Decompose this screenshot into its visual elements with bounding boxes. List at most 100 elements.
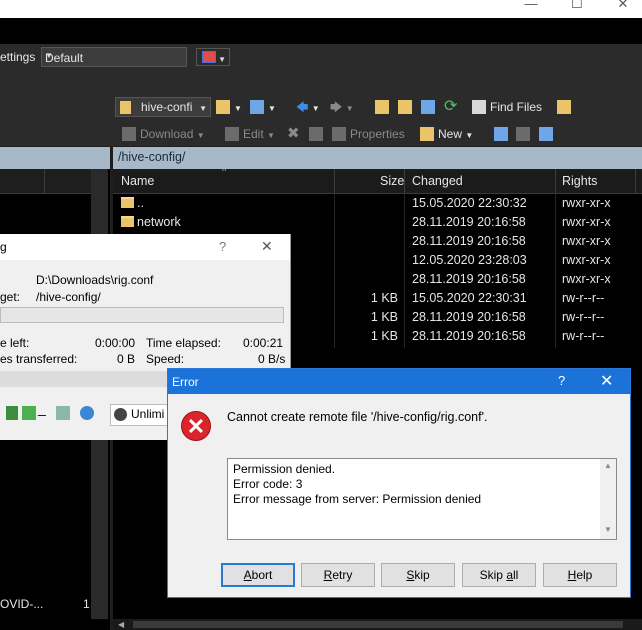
error-detail-line: Permission denied. — [233, 462, 336, 476]
filter-icon — [250, 100, 264, 114]
column-header-size[interactable]: Size — [380, 174, 404, 188]
abort-button[interactable]: Abort — [221, 563, 295, 587]
home-button[interactable] — [421, 97, 439, 117]
properties-label: Properties — [350, 127, 405, 141]
filter-icon — [539, 127, 553, 141]
edit-button[interactable]: Edit ▼ — [225, 124, 275, 144]
minimize-button[interactable]: — — [508, 0, 554, 18]
forward-button[interactable]: 🡆 ▼ — [330, 97, 354, 117]
minimize-icon[interactable]: _ — [38, 400, 46, 416]
find-files-button[interactable]: Find Files — [472, 97, 542, 117]
file-rights: rw-r--r-- — [562, 310, 605, 324]
skip-all-button[interactable]: Skip all — [462, 563, 536, 587]
select-all-button[interactable] — [494, 124, 512, 144]
column-header-changed[interactable]: Changed — [412, 174, 463, 188]
root-folder-icon — [398, 100, 412, 114]
back-button[interactable]: 🡄 ▼ — [296, 97, 320, 117]
target-path: /hive-config/ — [36, 290, 101, 304]
column-separator — [404, 169, 405, 193]
window-titlebar: — ☐ ✕ — [0, 0, 642, 18]
refresh-button[interactable]: ⟳ — [444, 97, 457, 117]
properties-button[interactable]: Properties — [332, 124, 405, 144]
close-button[interactable]: ✕ — [600, 371, 613, 391]
help-button[interactable]: ? — [558, 373, 565, 388]
table-row[interactable]: network 28.11.2019 20:16:58 rwxr-xr-x — [113, 213, 642, 232]
root-directory-button[interactable] — [398, 97, 416, 117]
speed-limit-value: Unlimi — [131, 407, 165, 421]
error-dialog-titlebar: Error ? ✕ — [168, 369, 630, 394]
progress-dialog-title: g — [0, 240, 7, 254]
remote-dir-select[interactable]: hive-confi ▼ — [115, 97, 211, 117]
remote-path: /hive-config/ — [118, 150, 186, 164]
error-icon: ✕ — [181, 411, 211, 441]
speed-gauge-icon — [114, 408, 127, 421]
retry-button[interactable]: Retry — [301, 563, 375, 587]
file-rights: rwxr-xr-x — [562, 234, 611, 248]
local-file-item[interactable]: OVID-... — [0, 597, 43, 611]
queue-icon[interactable] — [56, 406, 70, 420]
skip-button[interactable]: Skip — [381, 563, 455, 587]
parent-directory-button[interactable] — [375, 97, 393, 117]
local-file-size: 1 — [83, 597, 90, 611]
cancel-icon[interactable] — [6, 406, 18, 420]
find-files-icon — [472, 100, 486, 114]
file-changed: 12.05.2020 23:28:03 — [412, 253, 527, 267]
bytes-transferred-label: es transferred: — [0, 352, 78, 366]
tree-toggle-button[interactable] — [557, 97, 575, 117]
refresh-icon: ⟳ — [444, 98, 458, 115]
open-directory-button[interactable]: ▼ — [216, 97, 242, 117]
maximize-button[interactable]: ☐ — [554, 0, 600, 18]
file-rights: rw-r--r-- — [562, 291, 605, 305]
local-panel-header — [0, 169, 92, 194]
find-files-label: Find Files — [490, 100, 543, 114]
error-details-box[interactable]: Permission denied. Error code: 3 Error m… — [227, 458, 617, 540]
scroll-thumb[interactable] — [133, 621, 623, 628]
delete-button[interactable]: ✖ — [287, 124, 300, 144]
remote-path-bar — [113, 147, 642, 169]
remote-horizontal-scrollbar[interactable]: ◀ — [113, 619, 642, 630]
progress-dialog-titlebar: g ? ✕ — [0, 234, 290, 260]
chevron-down-icon: ▼ — [218, 55, 226, 64]
menu-band — [0, 18, 642, 44]
error-dialog-title: Error — [172, 375, 199, 389]
filter-select-button[interactable] — [539, 124, 557, 144]
remote-dir-value: hive-confi — [141, 100, 193, 114]
file-changed: 28.11.2019 20:16:58 — [412, 234, 526, 248]
file-changed: 15.05.2020 22:30:32 — [412, 196, 527, 210]
column-separator — [555, 169, 556, 193]
transfer-settings-select[interactable]: Default ▼ — [41, 47, 187, 67]
close-button[interactable]: ✕ — [600, 0, 642, 18]
file-rights: rwxr-xr-x — [562, 196, 611, 210]
table-row[interactable]: .. 15.05.2020 22:30:32 rwxr-xr-x — [113, 194, 642, 213]
file-name: .. — [137, 196, 144, 210]
download-button[interactable]: Download ▼ — [122, 124, 205, 144]
scroll-down-icon: ▼ — [604, 525, 612, 534]
column-header-name[interactable]: Name — [121, 174, 154, 188]
time-left-label: e left: — [0, 336, 30, 350]
download-icon — [122, 127, 136, 141]
details-scrollbar[interactable]: ▲ ▼ — [600, 459, 616, 539]
parent-folder-icon — [121, 197, 134, 208]
close-button[interactable]: ✕ — [261, 238, 273, 255]
rename-button[interactable] — [309, 124, 327, 144]
file-changed: 28.11.2019 20:16:58 — [412, 310, 526, 324]
column-header-rights[interactable]: Rights — [562, 174, 597, 188]
help-dialog-button[interactable]: Help — [543, 563, 617, 587]
new-button[interactable]: New ▼ — [420, 124, 473, 144]
column-separator — [334, 169, 335, 193]
unselect-button[interactable] — [516, 124, 534, 144]
source-path: D:\Downloads\rig.conf — [36, 273, 154, 287]
filter-button[interactable]: ▼ — [250, 97, 276, 117]
bytes-transferred-value: 0 B — [117, 352, 136, 366]
edit-icon — [225, 127, 239, 141]
parent-folder-icon — [375, 100, 389, 114]
help-button[interactable]: ? — [219, 239, 226, 254]
file-name: network — [137, 215, 181, 229]
queue-button[interactable]: ▼ — [196, 48, 230, 66]
error-dialog: Error ? ✕ ✕ Cannot create remote file '/… — [167, 368, 631, 598]
new-label: New — [438, 127, 463, 141]
folder-icon — [120, 101, 131, 114]
speed-label: Speed: — [146, 352, 185, 366]
resume-icon[interactable] — [22, 406, 36, 420]
globe-icon[interactable] — [80, 406, 94, 420]
